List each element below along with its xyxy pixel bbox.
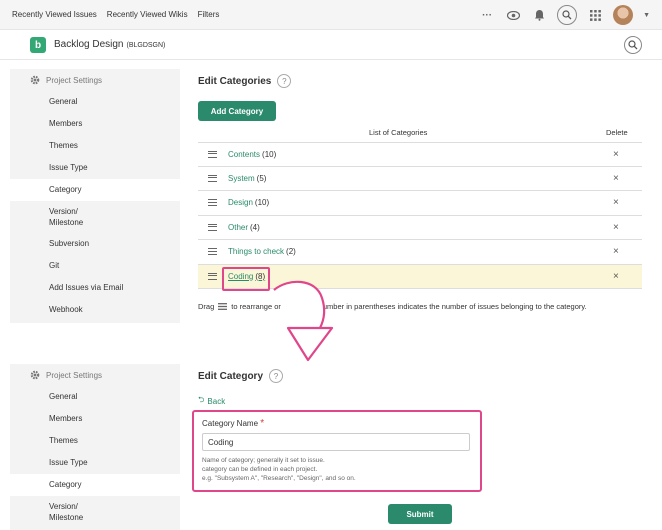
delete-icon[interactable]: × <box>613 246 619 257</box>
required-mark: * <box>260 418 265 429</box>
more-icon[interactable]: ··· <box>479 7 495 23</box>
category-link[interactable]: Design (10) <box>228 198 269 207</box>
settings-sidebar-bottom: Project Settings General Members Themes … <box>10 364 180 530</box>
sidebar-header: Project Settings <box>10 69 180 91</box>
drag-handle-icon[interactable] <box>208 248 217 256</box>
global-search-icon[interactable] <box>557 5 578 25</box>
column-header-list: List of Categories <box>369 128 428 137</box>
sidebar-item-label: Milestone <box>49 218 84 227</box>
table-row: Other (4) × <box>198 216 642 240</box>
back-arrow-icon: ⮌ <box>198 395 205 404</box>
add-category-button[interactable]: Add Category <box>198 101 276 121</box>
sidebar-item-add-issues-via-email[interactable]: Add Issues via Email <box>10 277 180 299</box>
edit-title-area: Edit Category ? <box>198 369 284 383</box>
delete-icon[interactable]: × <box>613 222 619 233</box>
sidebar-item-version-milestone[interactable]: Version/ Milestone <box>10 201 180 233</box>
sidebar-item-git[interactable]: Git <box>10 255 180 277</box>
page-title: Edit Category <box>198 370 264 382</box>
sidebar-item-label: Version/ <box>49 502 78 511</box>
sidebar-item-issue-type[interactable]: Issue Type <box>10 452 180 474</box>
sidebar-item-category[interactable]: Category <box>10 179 180 201</box>
sidebar-header-label: Project Settings <box>46 370 103 380</box>
project-header: b Backlog Design (BLGDSGN) <box>0 30 662 60</box>
gear-icon <box>30 370 40 380</box>
flow-arrow-icon <box>273 280 334 362</box>
sidebar-item-webhook[interactable]: Webhook <box>10 299 180 321</box>
page-title: Edit Categories <box>198 75 272 87</box>
category-link[interactable]: Contents (10) <box>228 150 276 159</box>
drag-handle-icon[interactable] <box>208 199 217 207</box>
nav-recently-viewed-wikis[interactable]: Recently Viewed Wikis <box>107 10 188 19</box>
sidebar-item-category[interactable]: Category <box>10 474 180 496</box>
column-header-delete: Delete <box>606 128 628 137</box>
sidebar-item-subversion[interactable]: Subversion <box>10 233 180 255</box>
drag-handle-icon[interactable] <box>208 272 217 280</box>
sidebar-item-general[interactable]: General <box>10 386 180 408</box>
highlight-box <box>222 267 270 291</box>
sidebar-item-label: Milestone <box>49 513 84 522</box>
category-link[interactable]: Things to check (2) <box>228 247 296 256</box>
sidebar-header: Project Settings <box>10 364 180 386</box>
submit-button[interactable]: Submit <box>388 504 452 524</box>
sidebar-item-issue-type[interactable]: Issue Type <box>10 157 180 179</box>
page-title-area: Edit Categories ? <box>198 74 292 88</box>
category-name-label: Category Name * <box>202 418 265 429</box>
category-link[interactable]: System (5) <box>228 174 266 183</box>
help-icon[interactable]: ? <box>269 369 284 383</box>
project-title[interactable]: Backlog Design (BLGDSGN) <box>54 39 165 50</box>
settings-sidebar-top: Project Settings General Members Themes … <box>10 69 180 323</box>
sidebar-item-members[interactable]: Members <box>10 113 180 135</box>
apps-grid-icon[interactable] <box>587 7 603 23</box>
drag-handle-icon[interactable] <box>208 150 217 158</box>
sidebar-item-themes[interactable]: Themes <box>10 430 180 452</box>
drag-handle-icon[interactable] <box>208 174 217 182</box>
gear-icon <box>30 75 40 85</box>
sidebar-header-label: Project Settings <box>46 75 103 85</box>
delete-icon[interactable]: × <box>613 197 619 208</box>
sidebar-item-general[interactable]: General <box>10 91 180 113</box>
project-logo[interactable]: b <box>30 37 46 53</box>
drag-handle-icon[interactable] <box>208 223 217 231</box>
category-name-input[interactable] <box>202 433 470 451</box>
back-link[interactable]: ⮌ Back <box>198 394 225 408</box>
watch-eye-icon[interactable] <box>505 7 521 23</box>
delete-icon[interactable]: × <box>613 173 619 184</box>
drag-handle-icon <box>218 303 228 310</box>
category-link[interactable]: Other (4) <box>228 223 260 232</box>
nav-filters[interactable]: Filters <box>198 10 220 19</box>
help-icon[interactable]: ? <box>277 74 292 88</box>
table-row: Things to check (2) × <box>198 240 642 265</box>
field-help-text: Name of category; generally it set to is… <box>202 457 356 482</box>
global-nav: Recently Viewed Issues Recently Viewed W… <box>12 10 219 19</box>
delete-icon[interactable]: × <box>613 149 619 160</box>
category-form: Category Name * Name of category; genera… <box>192 410 482 492</box>
drag-note: Drag to rearrange or umber in parenthese… <box>198 302 587 311</box>
table-row: Contents (10) × <box>198 142 642 167</box>
global-header: Recently Viewed Issues Recently Viewed W… <box>0 0 662 30</box>
header-actions: ··· ▼ <box>479 5 650 25</box>
project-key: (BLGDSGN) <box>126 42 166 49</box>
sidebar-item-label: Version/ <box>49 207 78 216</box>
notification-bell-icon[interactable] <box>531 7 547 23</box>
nav-recently-viewed-issues[interactable]: Recently Viewed Issues <box>12 10 97 19</box>
sidebar-item-themes[interactable]: Themes <box>10 135 180 157</box>
delete-icon[interactable]: × <box>613 271 619 282</box>
table-row: Design (10) × <box>198 191 642 216</box>
sidebar-item-version-milestone[interactable]: Version/ Milestone <box>10 496 180 528</box>
table-row: System (5) × <box>198 167 642 191</box>
project-search-icon[interactable] <box>624 36 642 54</box>
project-name: Backlog Design <box>54 39 124 50</box>
chevron-down-icon[interactable]: ▼ <box>643 12 650 19</box>
sidebar-item-members[interactable]: Members <box>10 408 180 430</box>
user-avatar[interactable] <box>613 5 634 25</box>
